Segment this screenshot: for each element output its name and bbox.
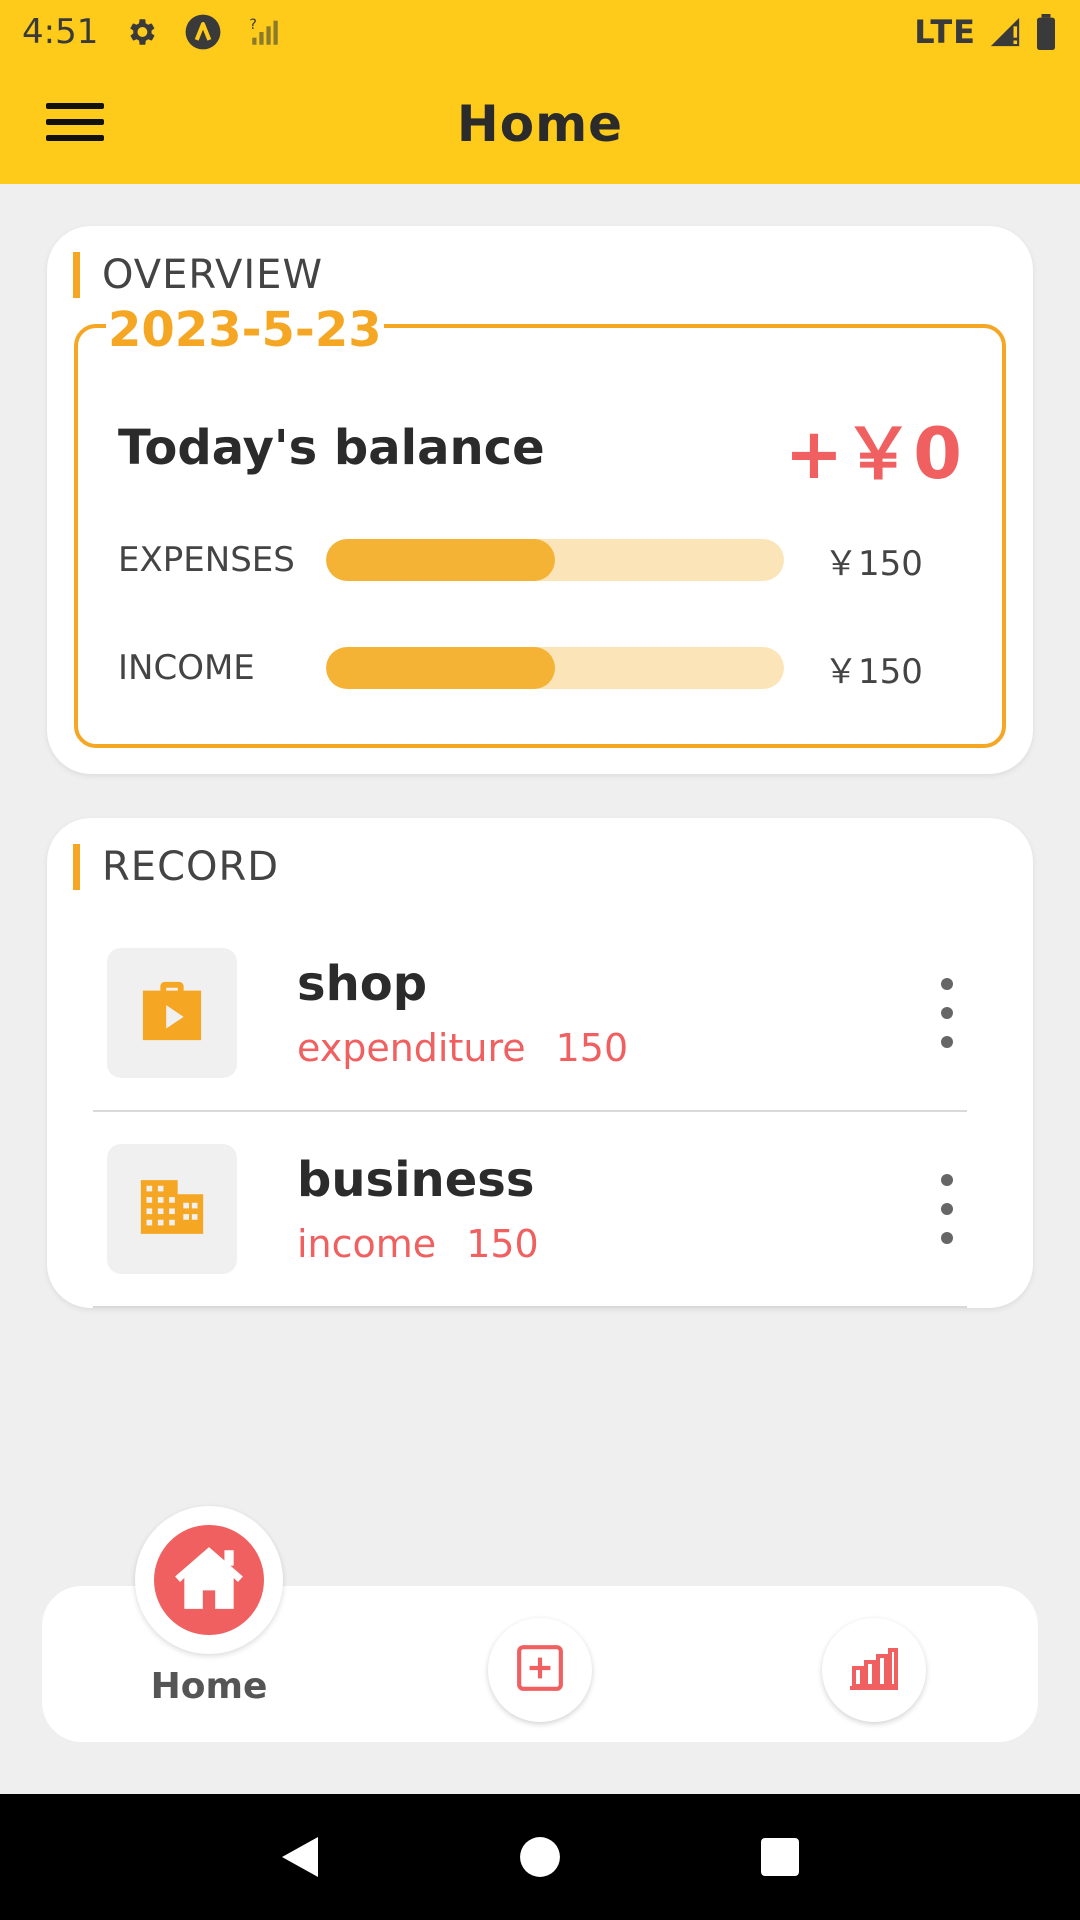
- network-type: LTE: [914, 13, 976, 51]
- expenses-row: EXPENSES ￥150: [118, 520, 962, 600]
- bottom-nav: Home: [42, 1506, 1038, 1742]
- more-options-icon[interactable]: [927, 978, 967, 1048]
- section-accent-bar: [73, 252, 80, 298]
- overview-card: OVERVIEW 2023-5-23 Today's balance +￥0 E…: [47, 226, 1033, 774]
- income-label: INCOME: [118, 647, 255, 688]
- bar-chart-icon: [848, 1644, 900, 1696]
- balance-value: +￥0: [784, 412, 962, 495]
- income-amount: ￥150: [824, 651, 923, 692]
- overview-title: OVERVIEW: [102, 252, 324, 298]
- status-time: 4:51: [22, 12, 99, 52]
- at-icon: [184, 13, 222, 51]
- record-amount: 150: [555, 1026, 629, 1070]
- income-row: INCOME ￥150: [118, 628, 962, 708]
- record-list: shop expenditure 150 business income 150: [93, 916, 967, 1308]
- daily-summary-box: 2023-5-23 Today's balance +￥0 EXPENSES ￥…: [74, 306, 1006, 748]
- record-name: shop: [297, 956, 428, 1012]
- income-progress-track: [326, 647, 784, 689]
- nav-home-button[interactable]: Home: [134, 1506, 284, 1707]
- system-nav-bar: [0, 1794, 1080, 1920]
- more-options-icon[interactable]: [927, 1174, 967, 1244]
- no-signal-icon: ?: [248, 15, 282, 49]
- building-icon: [138, 1177, 206, 1241]
- home-circle-icon[interactable]: [500, 1817, 580, 1897]
- expenses-label: EXPENSES: [118, 539, 295, 580]
- section-accent-bar: [73, 844, 80, 890]
- nav-stats-button[interactable]: [822, 1618, 926, 1722]
- settings-icon: [124, 15, 158, 49]
- income-progress-fill: [326, 647, 555, 689]
- nav-add-button[interactable]: [488, 1618, 592, 1722]
- record-amount: 150: [466, 1222, 539, 1266]
- home-icon: [172, 1543, 246, 1617]
- record-header: RECORD: [73, 844, 279, 890]
- list-item[interactable]: shop expenditure 150: [93, 916, 967, 1112]
- lte-signal-icon: [988, 15, 1022, 49]
- expenses-amount: ￥150: [824, 543, 923, 584]
- record-title: RECORD: [102, 844, 280, 890]
- hamburger-menu-icon[interactable]: [46, 94, 110, 150]
- record-icon-box: [107, 1144, 237, 1274]
- record-type: expenditure: [297, 1026, 526, 1070]
- back-icon[interactable]: [260, 1817, 340, 1897]
- expenses-progress-fill: [326, 539, 555, 581]
- svg-text:?: ?: [250, 17, 258, 33]
- app-bar: Home: [0, 64, 1080, 184]
- record-type: income: [297, 1222, 437, 1266]
- battery-icon: [1034, 14, 1058, 50]
- status-bar: 4:51 ? LTE: [0, 0, 1080, 64]
- page-title: Home: [456, 95, 624, 153]
- record-card: RECORD shop expenditure 150 business inc…: [47, 818, 1033, 1308]
- add-icon: [515, 1643, 565, 1697]
- shopping-bag-icon: [137, 979, 207, 1047]
- balance-row: Today's balance +￥0: [118, 408, 962, 495]
- record-icon-box: [107, 948, 237, 1078]
- overview-header: OVERVIEW: [73, 252, 323, 298]
- summary-date: 2023-5-23: [106, 302, 384, 358]
- expenses-progress-track: [326, 539, 784, 581]
- balance-label: Today's balance: [118, 420, 545, 476]
- nav-home-label: Home: [150, 1666, 268, 1707]
- record-name: business: [297, 1152, 535, 1208]
- recents-icon[interactable]: [740, 1817, 820, 1897]
- list-item[interactable]: business income 150: [93, 1112, 967, 1308]
